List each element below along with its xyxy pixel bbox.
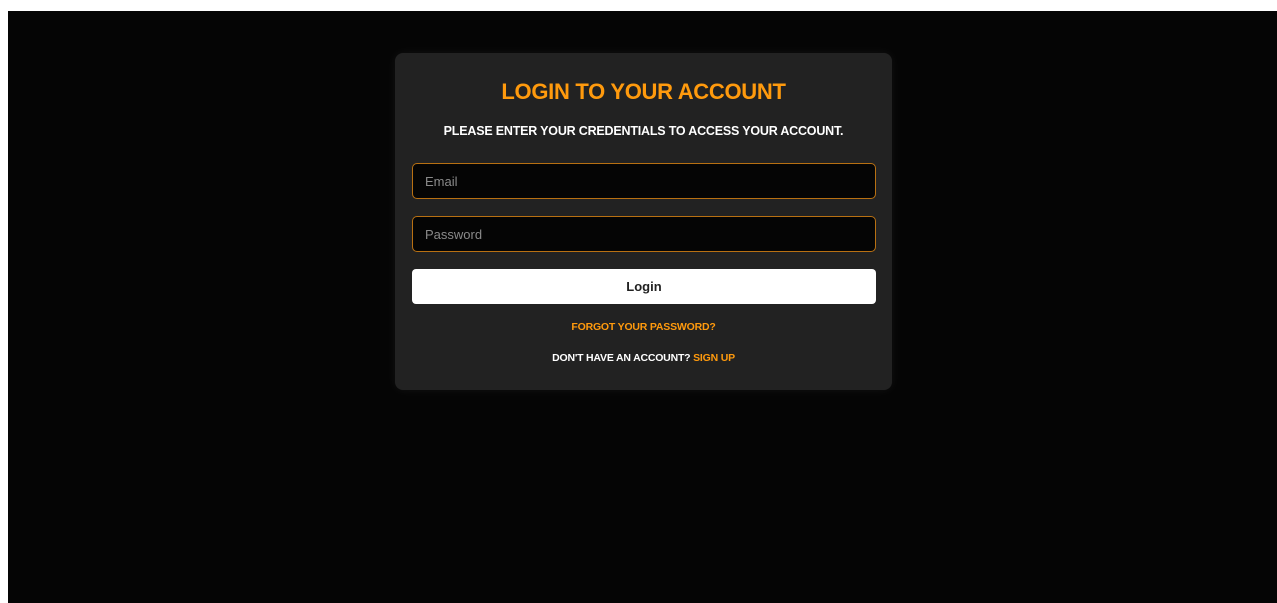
no-account-text: DON'T HAVE AN ACCOUNT? bbox=[552, 352, 691, 364]
page-background: LOGIN TO YOUR ACCOUNT PLEASE ENTER YOUR … bbox=[8, 11, 1277, 603]
forgot-password-row: FORGOT YOUR PASSWORD? bbox=[395, 321, 892, 333]
login-subtitle: PLEASE ENTER YOUR CREDENTIALS TO ACCESS … bbox=[443, 124, 844, 138]
email-input[interactable] bbox=[412, 163, 876, 199]
login-card: LOGIN TO YOUR ACCOUNT PLEASE ENTER YOUR … bbox=[395, 53, 892, 390]
login-title: LOGIN TO YOUR ACCOUNT bbox=[501, 79, 786, 104]
signup-link[interactable]: SIGN UP bbox=[693, 352, 735, 364]
forgot-password-link[interactable]: FORGOT YOUR PASSWORD? bbox=[571, 321, 715, 333]
password-input[interactable] bbox=[412, 216, 876, 252]
login-button[interactable]: Login bbox=[412, 269, 876, 304]
signup-row: DON'T HAVE AN ACCOUNT? SIGN UP bbox=[395, 352, 892, 364]
